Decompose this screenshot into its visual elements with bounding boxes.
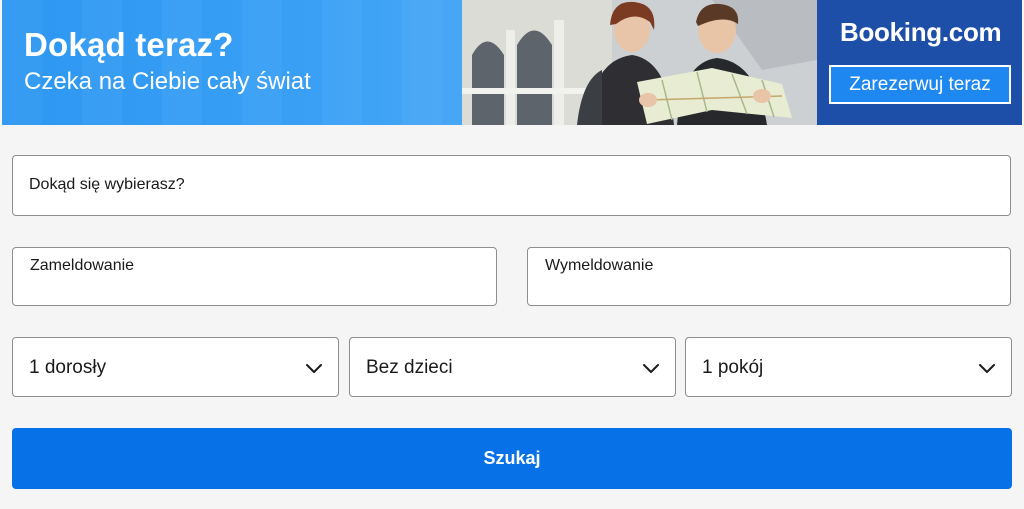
checkout-label: Wymeldowanie <box>545 257 654 274</box>
banner-title: Dokąd teraz? <box>24 26 234 63</box>
travelers-photo <box>462 0 817 125</box>
checkin-date-field[interactable]: Zameldowanie <box>12 247 497 306</box>
rooms-selected-value: 1 pokój <box>702 357 764 378</box>
adults-select[interactable]: 1 dorosły <box>12 337 339 397</box>
destination-field[interactable] <box>12 155 1011 216</box>
chevron-down-icon <box>643 364 659 373</box>
chevron-down-icon <box>306 364 322 373</box>
rooms-select[interactable]: 1 pokój <box>685 337 1012 397</box>
travelers-illustration <box>462 0 817 125</box>
booking-logo[interactable]: Booking.com <box>840 17 1002 48</box>
search-button[interactable]: Szukaj <box>12 428 1012 489</box>
checkin-label: Zameldowanie <box>30 257 135 274</box>
chevron-down-icon <box>979 364 995 373</box>
children-select[interactable]: Bez dzieci <box>349 337 676 397</box>
destination-input[interactable] <box>29 176 969 194</box>
children-selected-value: Bez dzieci <box>366 357 453 378</box>
adults-selected-value: 1 dorosły <box>29 357 107 378</box>
banner-subtitle: Czeka na Ciebie cały świat <box>24 68 311 95</box>
reserve-now-button[interactable]: Zarezerwuj teraz <box>829 65 1011 104</box>
checkout-date-field[interactable]: Wymeldowanie <box>527 247 1011 306</box>
